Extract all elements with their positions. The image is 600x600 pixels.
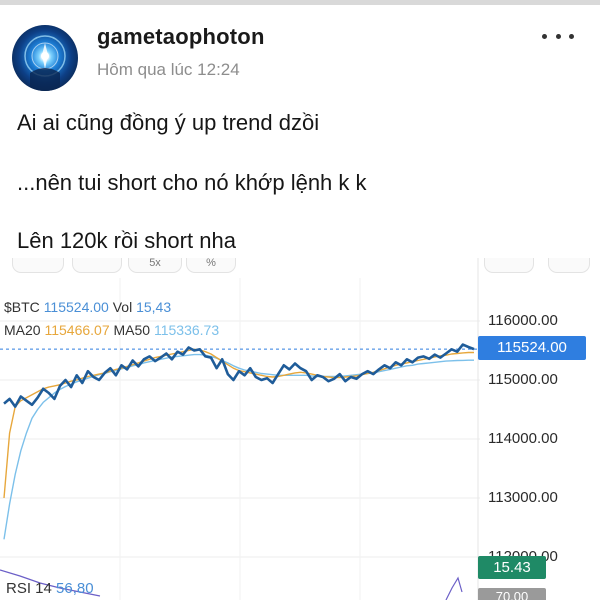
more-horizontal-icon <box>569 33 574 39</box>
more-options-button[interactable] <box>536 24 580 48</box>
rsi-series-line <box>445 576 463 600</box>
rsi-legend: RSI 14 56,80 <box>6 580 94 597</box>
vol-value: 15,43 <box>136 299 172 315</box>
chart-legend-ma: MA20 115466.07 MA50 115336.73 <box>4 322 219 338</box>
post-text-line: Lên 120k rồi short nha <box>17 228 236 253</box>
y-tick-label: 114000.00 <box>488 430 558 447</box>
ma50-label: MA50 <box>113 322 151 338</box>
rsi-value: 56,80 <box>56 580 94 597</box>
chart-legend-price: $BTC 115524.00 Vol 15,43 <box>4 299 171 315</box>
avatar-emblem-icon <box>24 35 66 91</box>
y-tick-label: 115000.00 <box>488 371 558 388</box>
post-text-line: Ai ai cũng đồng ý up trend dzồi <box>17 110 320 135</box>
volume-badge: 15.43 <box>478 556 546 579</box>
y-tick-label: 116000.00 <box>488 312 558 329</box>
more-horizontal-icon <box>542 33 547 39</box>
post-timestamp[interactable]: Hôm qua lúc 12:24 <box>97 60 240 80</box>
post-author-name[interactable]: gametaophoton <box>97 24 265 50</box>
current-price-badge: 115524.00 <box>478 336 586 360</box>
more-horizontal-icon <box>555 33 561 39</box>
price-chart-screenshot[interactable]: 5x % $BTC 115524.00 Vol 15,43 MA20 11546… <box>0 258 600 600</box>
avatar[interactable] <box>12 25 78 91</box>
ma20-value: 115466.07 <box>44 322 110 338</box>
price-series-line <box>3 343 475 408</box>
price-value: 115524.00 <box>43 299 109 315</box>
ma50-value: 115336.73 <box>153 322 220 338</box>
rsi-label: RSI 14 <box>6 580 52 597</box>
vol-label: Vol <box>112 299 133 315</box>
symbol-label: $BTC <box>4 299 40 315</box>
y-tick-label: 113000.00 <box>488 489 558 506</box>
top-strip <box>0 0 600 5</box>
volume-scale-badge: 70.00 <box>478 588 546 600</box>
post-text-line: ...nên tui short cho nó khớp lệnh k k <box>17 170 367 195</box>
ma20-label: MA20 <box>4 322 41 338</box>
